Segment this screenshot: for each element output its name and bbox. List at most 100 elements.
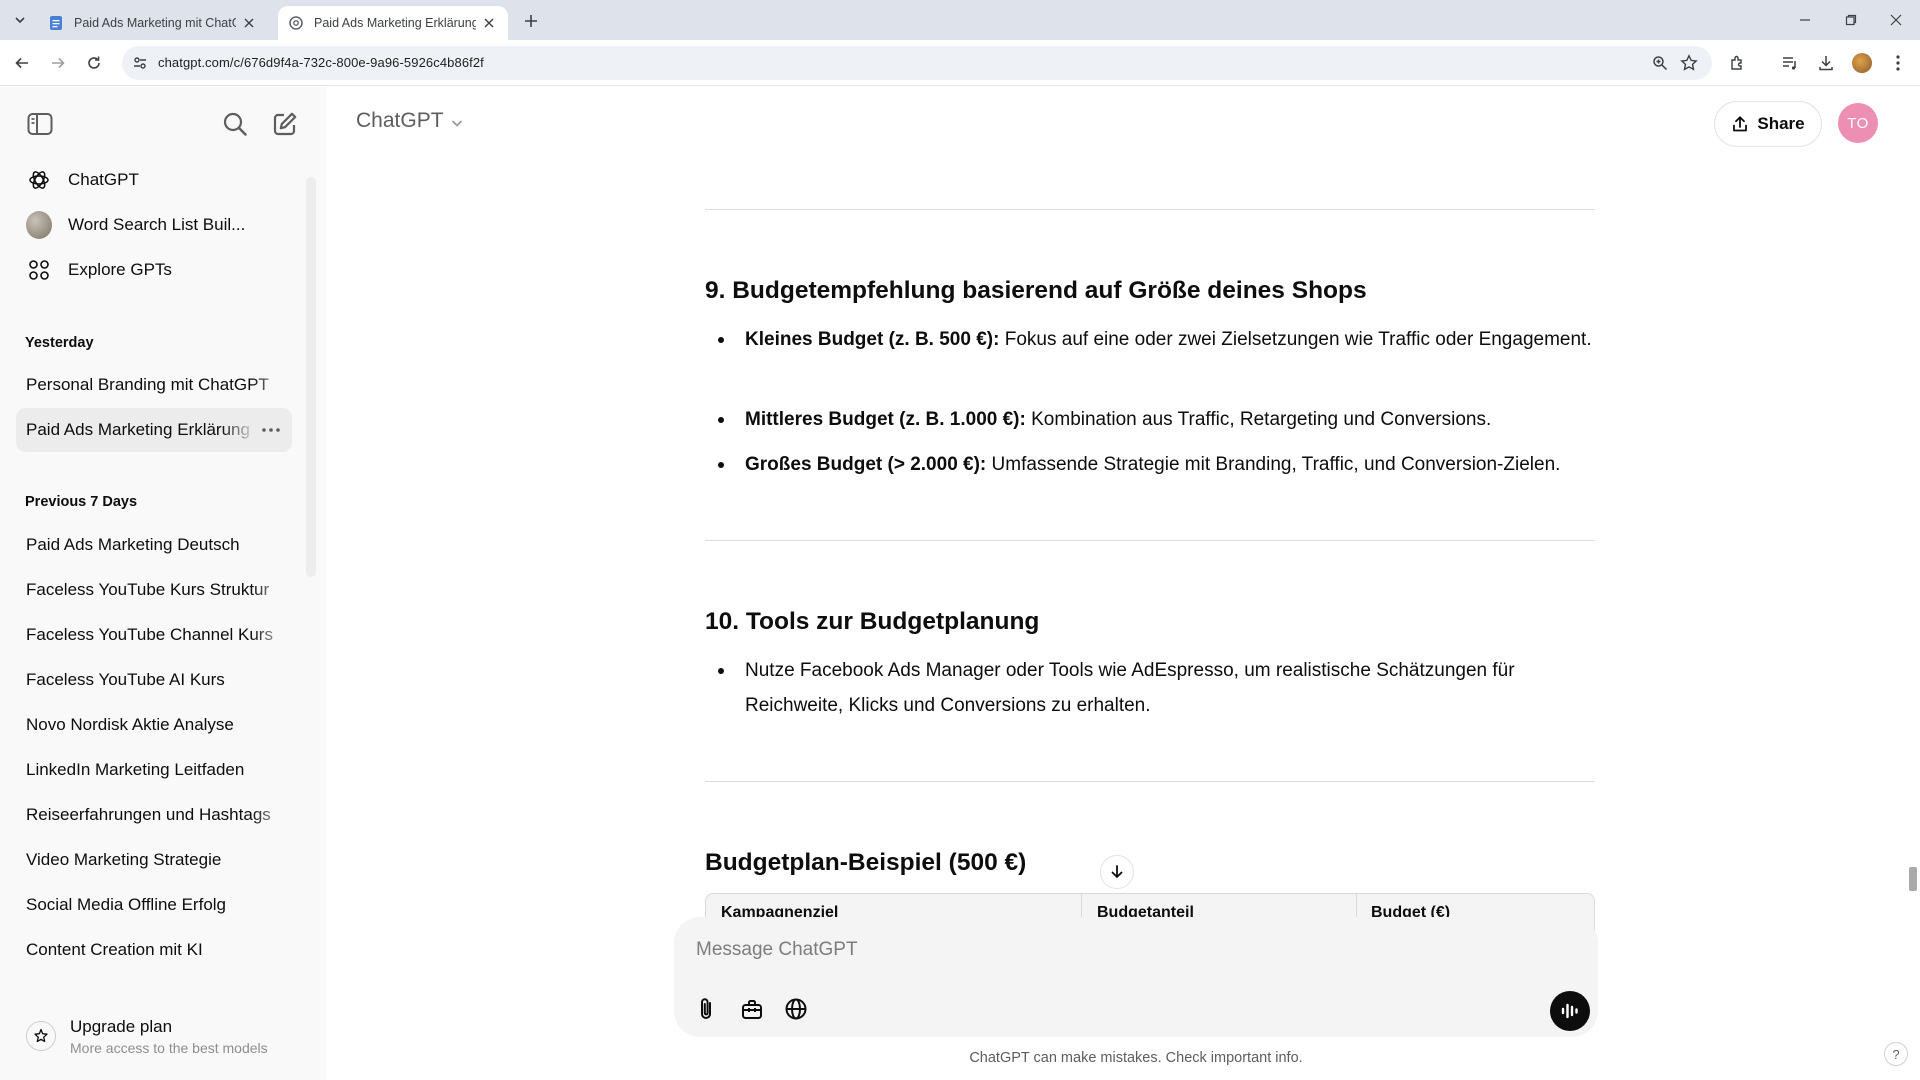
- tools-button[interactable]: [736, 993, 768, 1025]
- site-settings-icon: [134, 57, 146, 69]
- sidebar-chat-item[interactable]: Paid Ads Marketing Deutsch: [16, 523, 292, 567]
- reload-icon: [88, 56, 100, 69]
- browser-tab-2[interactable]: Paid Ads Marketing Erklärung: [278, 6, 508, 40]
- question-mark-icon: ?: [1892, 1046, 1900, 1062]
- sidebar-chat-item[interactable]: Faceless YouTube Kurs Struktur: [16, 568, 292, 612]
- document-icon: [50, 16, 62, 30]
- bookmark-star-icon[interactable]: [1680, 54, 1698, 72]
- gpt-avatar: [26, 211, 52, 239]
- chat-title: Reiseerfahrungen und Hashtags: [26, 805, 271, 824]
- sidebar-item-explore-gpts[interactable]: Explore GPTs: [16, 250, 292, 290]
- model-selector[interactable]: ChatGPT: [356, 109, 464, 133]
- list-item: Kleines Budget (z. B. 500 €): Fokus auf …: [718, 322, 1595, 357]
- divider: [705, 540, 1595, 541]
- chat-title: Social Media Offline Erfolg: [26, 895, 227, 914]
- sidebar-chat-item[interactable]: Social Media Offline Erfolg: [16, 883, 292, 927]
- tab-search-button[interactable]: [8, 8, 32, 32]
- sidebar-item-word-search-gpt[interactable]: Word Search List Buil...: [16, 205, 292, 245]
- chevron-down-icon: [451, 119, 462, 127]
- model-name: ChatGPT: [356, 109, 444, 132]
- help-button[interactable]: ?: [1884, 1042, 1908, 1066]
- share-button[interactable]: Share: [1714, 101, 1822, 147]
- list-item: Nutze Facebook Ads Manager oder Tools wi…: [718, 653, 1595, 723]
- sidebar-chat-item[interactable]: Personal Branding mit ChatGPT: [16, 363, 292, 407]
- arrow-right-icon: [52, 57, 65, 69]
- attach-button[interactable]: [690, 993, 722, 1025]
- browser-tabstrip: Paid Ads Marketing mit ChatGPT Paid Ads …: [0, 0, 1920, 40]
- more-options-icon[interactable]: [256, 415, 286, 445]
- globe-icon: [785, 998, 807, 1020]
- sidebar-item-chatgpt[interactable]: ChatGPT: [16, 160, 292, 200]
- sidebar-chat-item[interactable]: Video Marketing Strategie: [16, 838, 292, 882]
- scroll-to-bottom-button[interactable]: [1100, 855, 1134, 889]
- toolbox-icon: [742, 1000, 762, 1019]
- chat-title: Paid Ads Marketing Deutsch: [26, 535, 240, 554]
- back-button[interactable]: [10, 51, 34, 75]
- reload-button[interactable]: [82, 51, 106, 75]
- browser-profile-avatar[interactable]: [1852, 53, 1872, 73]
- share-label: Share: [1757, 114, 1805, 133]
- sidebar-item-label: Word Search List Buil...: [68, 215, 246, 234]
- chat-title: Video Marketing Strategie: [26, 850, 222, 869]
- list-item: Mittleres Budget (z. B. 1.000 €): Kombin…: [718, 402, 1595, 437]
- sidebar-chat-item[interactable]: Faceless YouTube Channel Kurs: [16, 613, 292, 657]
- sidebar-item-label: ChatGPT: [68, 170, 139, 189]
- voice-mode-button[interactable]: [1550, 991, 1590, 1031]
- divider: [705, 781, 1595, 782]
- list-item-text: Fokus auf eine oder zwei Zielsetzungen w…: [999, 329, 1592, 350]
- upgrade-text: Upgrade plan More access to the best mod…: [70, 1017, 268, 1056]
- section-heading: 9. Budgetempfehlung basierend auf Größe …: [705, 277, 1367, 304]
- media-controls-button[interactable]: [1778, 51, 1802, 75]
- sidebar-section-yesterday: Yesterday: [25, 335, 94, 351]
- page-scrollbar-thumb[interactable]: [1909, 867, 1917, 891]
- extensions-button[interactable]: [1726, 51, 1750, 75]
- chat-title: Personal Branding mit ChatGPT: [26, 375, 269, 394]
- message-input[interactable]: Message ChatGPT: [696, 939, 858, 961]
- list-item-bold: Mittleres Budget (z. B. 1.000 €):: [745, 409, 1026, 430]
- sidebar-item-label: Explore GPTs: [68, 260, 172, 279]
- restore-button[interactable]: [1838, 8, 1864, 32]
- voice-waveform-icon: [1561, 1003, 1578, 1019]
- sidebar-chat-item[interactable]: Novo Nordisk Aktie Analyse: [16, 703, 292, 747]
- section-heading: Budgetplan-Beispiel (500 €): [705, 849, 1027, 876]
- sidebar-chat-item[interactable]: LinkedIn Marketing Leitfaden: [16, 748, 292, 792]
- minimize-button[interactable]: [1792, 8, 1818, 32]
- list-item-bold: Kleines Budget (z. B. 500 €):: [745, 329, 1000, 350]
- sidebar: ChatGPT Word Search List Buil... Explore…: [0, 87, 326, 1080]
- chevron-down-icon: [15, 17, 25, 24]
- arrow-left-icon: [15, 57, 28, 69]
- sidebar-chat-item[interactable]: Faceless YouTube AI Kurs: [16, 658, 292, 702]
- chat-title: Content Creation mit KI: [26, 940, 203, 959]
- browser-tab-1[interactable]: Paid Ads Marketing mit ChatGPT: [38, 6, 268, 40]
- new-chat-button[interactable]: [268, 107, 302, 141]
- sidebar-chat-item[interactable]: Content Creation mit KI: [16, 928, 292, 972]
- minimize-icon: [1800, 19, 1810, 21]
- list-item-text: Kombination aus Traffic, Retargeting und…: [1025, 409, 1492, 430]
- zoom-icon[interactable]: [1652, 55, 1668, 71]
- web-search-button[interactable]: [780, 993, 812, 1025]
- divider: [705, 209, 1595, 210]
- puzzle-icon: [1731, 55, 1742, 70]
- plus-icon: [525, 15, 537, 27]
- openai-logo-icon: [26, 167, 52, 193]
- chat-title: Paid Ads Marketing Erklärung: [26, 420, 250, 439]
- upgrade-plan-button[interactable]: Upgrade plan More access to the best mod…: [16, 1007, 306, 1065]
- downloads-button[interactable]: [1814, 51, 1838, 75]
- sidebar-scrollbar[interactable]: [306, 177, 316, 577]
- forward-button[interactable]: [46, 51, 70, 75]
- new-tab-button[interactable]: [520, 10, 542, 32]
- paperclip-icon: [701, 998, 711, 1019]
- upgrade-subtitle: More access to the best models: [70, 1039, 268, 1056]
- openai-logo-icon: [289, 16, 303, 30]
- browser-menu-button[interactable]: [1886, 51, 1910, 75]
- address-bar[interactable]: chatgpt.com/c/676d9f4a-732c-800e-9a96-59…: [122, 46, 1712, 80]
- user-avatar[interactable]: TO: [1838, 103, 1878, 143]
- search-chats-button[interactable]: [218, 107, 252, 141]
- close-window-button[interactable]: [1883, 8, 1909, 32]
- toggle-sidebar-button[interactable]: [23, 107, 57, 141]
- sidebar-chat-item-selected[interactable]: Paid Ads Marketing Erklärung: [16, 408, 292, 452]
- close-icon[interactable]: [240, 14, 258, 32]
- sidebar-chat-item[interactable]: Reiseerfahrungen und Hashtags: [16, 793, 292, 837]
- close-icon[interactable]: [480, 14, 498, 32]
- download-icon: [1819, 56, 1833, 71]
